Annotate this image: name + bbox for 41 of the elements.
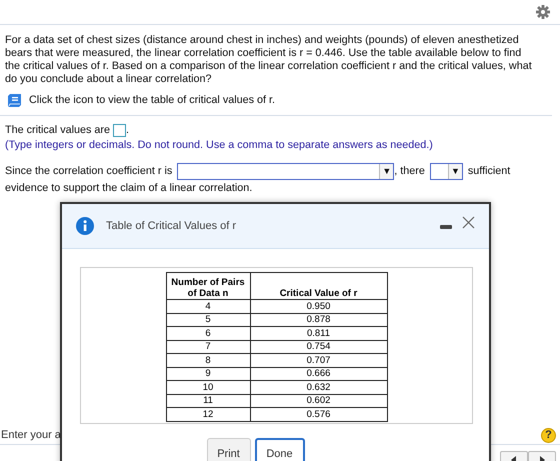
table-cell: 12 [166, 408, 250, 421]
sufficient-label: sufficient [468, 165, 510, 178]
table-cell: 0.950 [250, 300, 387, 313]
table-cell: 0.666 [250, 367, 387, 380]
there-label: , there [394, 165, 425, 178]
question-text: For a data set of chest sizes (distance around chest in inches) and weights (pounds) of eleven anesthetized bears that were measured, the linear correlation coefficient is r = 0.446. Use the table available below to find the critical values of r. Based on a comparison of the linear correlation coefficient r and the critical values, what do you conclude about a linear correlation? [5, 34, 533, 86]
table-cell: 5 [166, 313, 250, 326]
table-cell: 0.811 [250, 326, 387, 340]
table-cell: 6 [166, 326, 250, 340]
answer-prompt: Enter your a [1, 429, 61, 442]
table-cell: 0.878 [250, 313, 387, 326]
column-header: Critical Value of r [250, 272, 387, 300]
table-cell: 7 [166, 340, 250, 354]
answer-box[interactable] [113, 124, 126, 137]
period-text: . [126, 124, 130, 137]
dialog-title: Table of Critical Values of r [106, 220, 236, 232]
book-icon[interactable] [7, 92, 22, 108]
table-cell: 10 [166, 380, 250, 394]
table-cell: 0.602 [250, 394, 387, 408]
critical-values-label: The critical values are [5, 124, 110, 137]
evidence-text: evidence to support the claim of a linear correlation. [5, 182, 254, 195]
dialog-button[interactable]: Done [254, 438, 304, 461]
table-cell: 11 [166, 394, 250, 408]
table-cell: 8 [166, 354, 250, 367]
table-cell: 0.707 [250, 354, 387, 367]
dropdown-field[interactable]: ▼ [430, 163, 463, 180]
close-icon[interactable] [462, 216, 475, 228]
column-header: Number of Pairs of Data n [166, 272, 250, 300]
table-cell: 9 [166, 367, 250, 380]
table-cell: 4 [166, 300, 250, 313]
info-icon [76, 217, 94, 235]
since-label: Since the correlation coefficient r is [5, 165, 172, 178]
help-button[interactable]: ? [541, 428, 556, 443]
settings-icon[interactable] [536, 5, 550, 19]
dropdown-field[interactable]: ▼ [177, 163, 394, 180]
table-cell: 0.632 [250, 380, 387, 394]
dialog-button[interactable]: Print [206, 438, 250, 461]
table-link-text[interactable]: Click the icon to view the table of critical values of r. [29, 94, 276, 106]
table-cell: 0.576 [250, 408, 387, 421]
table-cell: 0.754 [250, 340, 387, 354]
answer-hint: (Type integers or decimals. Do not round. Use a comma to separate answers as needed.) [5, 139, 434, 152]
